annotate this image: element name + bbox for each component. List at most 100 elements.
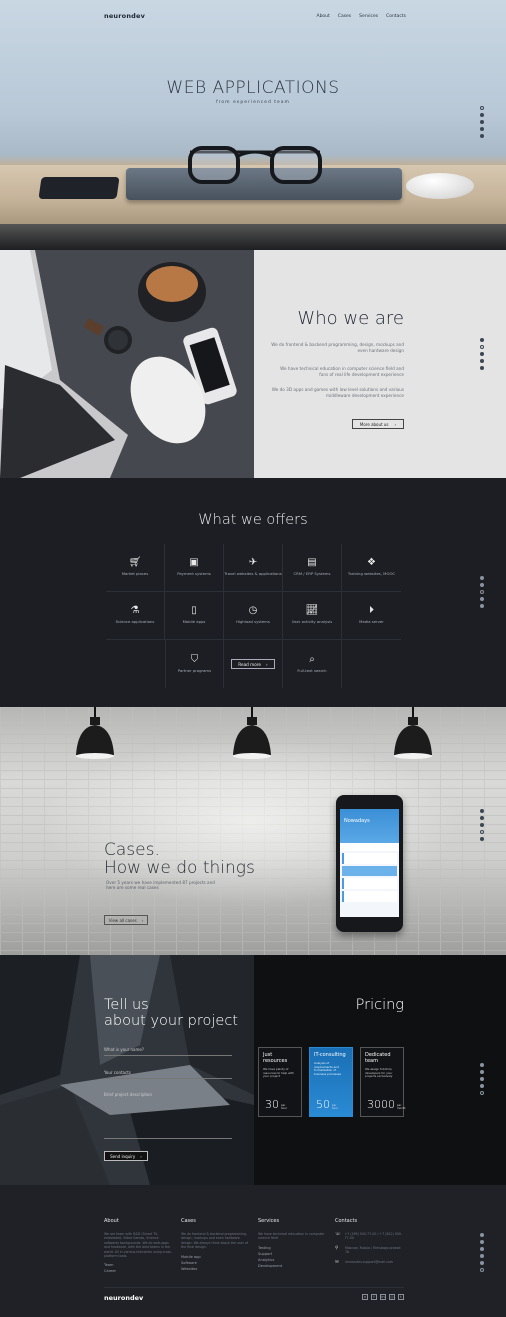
footer-contacts: Contacts ☏ +7 (495) 000-77-00 / +7 (812) … (335, 1218, 405, 1270)
pagination-dot[interactable] (480, 837, 484, 841)
pagination-dot[interactable] (480, 1254, 484, 1258)
brand-logo[interactable]: neurondev (104, 12, 145, 20)
pagination-dot[interactable] (480, 127, 484, 131)
pagination-dot[interactable] (480, 816, 484, 820)
pagination-dot[interactable] (480, 134, 484, 138)
pagination-dot[interactable] (480, 1077, 484, 1081)
pagination-dot[interactable] (480, 809, 484, 813)
nav-item-services[interactable]: Services (359, 14, 378, 19)
pagination-dot[interactable] (480, 1091, 484, 1095)
contacts-field[interactable]: Your contacts (104, 1070, 232, 1079)
pagination-dot[interactable] (480, 604, 484, 608)
offer-science[interactable]: ⚗ Science applications (106, 592, 165, 640)
pricing-card-highlighted[interactable]: IT-consulting Analysis of requirements a… (309, 1047, 353, 1117)
flask-icon: ⚗ (130, 605, 140, 617)
twitter-icon[interactable]: t (398, 1294, 404, 1300)
offer-media-server[interactable]: ⏵ Media server (342, 592, 401, 640)
button-label: View all cases (108, 917, 137, 923)
footer-heading: Contacts (335, 1218, 358, 1224)
pagination-dot[interactable] (480, 1240, 484, 1244)
pagination-dot[interactable] (480, 120, 484, 124)
vk-icon[interactable]: v (362, 1294, 368, 1300)
footer-brand-logo[interactable]: neurondev (104, 1294, 143, 1302)
offer-travel[interactable]: ✈ Travel websites & applications (224, 544, 283, 592)
pagination-dot[interactable] (480, 590, 484, 594)
pagination-dot[interactable] (480, 366, 484, 370)
offer-full-text-search[interactable]: ⌕ Full-text search (283, 640, 342, 688)
offers-section: What we offers 🛒︎ Market places ▣ Paymen… (0, 478, 506, 707)
section-pagination (480, 338, 484, 370)
pagination-dot[interactable] (480, 113, 484, 117)
pagination-dot[interactable] (480, 1233, 484, 1237)
pagination-dot[interactable] (480, 583, 484, 587)
section-pagination (480, 106, 484, 138)
offer-highload[interactable]: ◷ Highload systems (224, 592, 283, 640)
offer-partner-programs[interactable]: ⛉ Partner programs (165, 640, 224, 688)
nav-item-cases[interactable]: Cases (338, 14, 351, 19)
pagination-dot[interactable] (480, 1261, 484, 1265)
pagination-dot[interactable] (480, 359, 484, 363)
pagination-dot[interactable] (480, 823, 484, 827)
pagination-dot[interactable] (480, 352, 484, 356)
facebook-icon[interactable]: f (371, 1294, 377, 1300)
offer-payment-systems[interactable]: ▣ Payment systems (165, 544, 224, 592)
nav-item-contacts[interactable]: Contacts (386, 14, 406, 19)
offer-label: User activity analysis (291, 619, 333, 625)
pagination-dot[interactable] (480, 1063, 484, 1067)
read-more-button[interactable]: Read more › (231, 659, 275, 669)
contact-row: ☏ +7 (495) 000-77-00 / +7 (812) 000-77-00 (335, 1232, 405, 1241)
offer-training[interactable]: ❖ Training websites, MOOC (342, 544, 401, 592)
footer-link-websites[interactable]: Websites (181, 1266, 251, 1272)
instagram-icon[interactable]: ◎ (389, 1294, 395, 1300)
contact-phones[interactable]: +7 (495) 000-77-00 / +7 (812) 000-77-00 (345, 1232, 405, 1241)
pagination-dot[interactable] (480, 338, 484, 342)
who-we-are-section: Who we are We do frontend & backend prog… (0, 250, 506, 478)
phone-list-row (342, 891, 397, 902)
pagination-dot[interactable] (480, 597, 484, 601)
price-unit: per hour (332, 1104, 338, 1110)
contact-email[interactable]: neurondev.support@mail.com (345, 1260, 393, 1264)
desk-edge (0, 224, 506, 250)
pagination-dot[interactable] (480, 576, 484, 580)
pagination-dot[interactable] (480, 1268, 484, 1272)
view-all-cases-button[interactable]: View all cases › (104, 915, 148, 925)
pagination-dot[interactable] (480, 1084, 484, 1088)
price-value: 3000 (367, 1098, 395, 1111)
hero-title: WEB APPLICATIONS (166, 78, 340, 98)
chevron-right-icon: › (141, 917, 144, 923)
nav-item-about[interactable]: About (316, 14, 329, 19)
play-icon: ⏵ (369, 605, 374, 617)
hero-section: neurondev About Cases Services Contacts … (0, 0, 506, 250)
title-line: How we do things (104, 858, 255, 878)
name-field[interactable]: What is your name? (104, 1047, 232, 1056)
offer-label: Highload systems (236, 619, 270, 625)
section-title: Tell us about your project (104, 997, 238, 1029)
pricing-card[interactable]: Dedicated team We assign full-time devel… (360, 1047, 405, 1117)
phone-screen-title: Nowadays (344, 818, 370, 824)
linkedin-icon[interactable]: in (380, 1294, 386, 1300)
offer-label: Full-text search (297, 667, 327, 673)
read-more-cell: Read more › (224, 640, 283, 688)
pricing-title: Pricing (355, 997, 404, 1013)
footer-link-development[interactable]: Development (258, 1263, 328, 1269)
phone-list-row (342, 878, 397, 889)
plan-price: 30 per hour (265, 1099, 287, 1110)
footer-link-career[interactable]: Career (104, 1268, 174, 1274)
archive-icon: ▤ (307, 557, 317, 569)
pagination-dot[interactable] (480, 106, 484, 110)
offer-market-places[interactable]: 🛒︎ Market places (106, 544, 165, 592)
pagination-dot[interactable] (480, 1247, 484, 1251)
pricing-card[interactable]: Just resources We have plenty of resourc… (258, 1047, 302, 1117)
offer-mobile-apps[interactable]: ▯ Mobile apps (165, 592, 224, 640)
pagination-dot[interactable] (480, 1070, 484, 1074)
offer-label: Science applications (115, 619, 155, 625)
description-field[interactable]: Brief project description (104, 1092, 232, 1139)
send-inquiry-button[interactable]: Send inquiry › (104, 1151, 148, 1161)
pagination-dot[interactable] (480, 830, 484, 834)
offer-user-activity[interactable]: 📈︎ User activity analysis (283, 592, 342, 640)
pagination-dot[interactable] (480, 345, 484, 349)
contact-row: ⚲ Moscow, Russia / Rimskogo proezd 7b (335, 1246, 405, 1255)
offer-crm-erp[interactable]: ▤ CRM / ERP Systems (283, 544, 342, 592)
who-paragraph: We do 3D apps and games with low level s… (271, 387, 404, 398)
more-about-us-button[interactable]: More about us › (352, 419, 404, 429)
